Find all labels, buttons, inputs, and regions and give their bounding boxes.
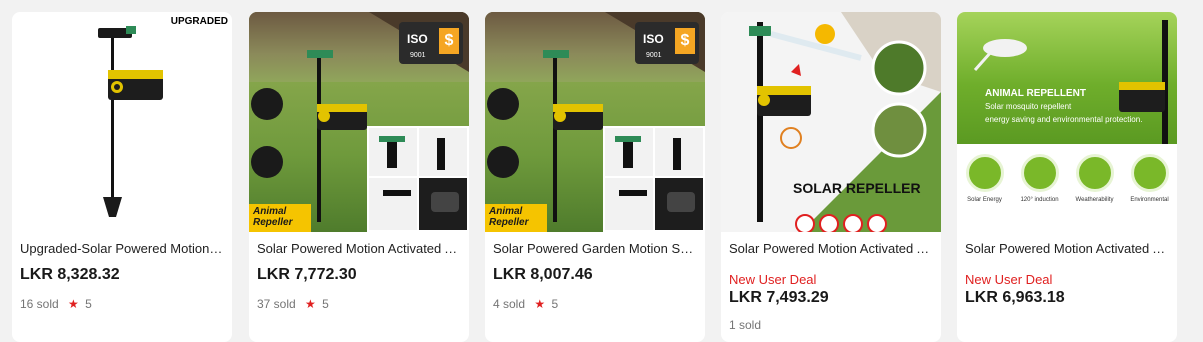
sold-count: 16 sold xyxy=(20,297,59,311)
star-icon: ★ xyxy=(534,297,546,311)
solar-icon xyxy=(965,154,1004,192)
product-image[interactable]: SOLAR REPELLER xyxy=(721,12,941,232)
product-card-3[interactable]: ISO 9001 $ Animal Repeller Solar Powered… xyxy=(485,12,705,342)
heron-and-device-image xyxy=(973,20,1168,144)
product-meta: 1 sold xyxy=(729,318,761,332)
product-title[interactable]: Solar Powered Motion Activated Animal Re… xyxy=(257,241,461,256)
product-price: LKR 6,963.18 xyxy=(965,289,1065,306)
product-title[interactable]: Solar Powered Motion Activated Animal Re… xyxy=(965,241,1169,256)
sold-count: 4 sold xyxy=(493,297,526,311)
star-icon: ★ xyxy=(68,297,79,311)
banner-title: ANIMAL REPELLENT xyxy=(985,88,1086,99)
weather-icon xyxy=(1075,154,1114,192)
product-meta: 16 sold ★ 5 xyxy=(20,297,92,311)
rating-value: 5 xyxy=(551,297,559,311)
iso-text: ISO xyxy=(643,32,664,46)
animal-repeller-label: Animal Repeller xyxy=(485,204,547,232)
product-price: LKR 7,493.29 xyxy=(729,289,829,306)
solar-repeller-image xyxy=(721,12,941,232)
product-card-1[interactable]: UPGRADED Upgraded-Solar Powered Motion A… xyxy=(12,12,232,342)
sold-count: 37 sold xyxy=(257,297,296,311)
label-line-2: Repeller xyxy=(489,217,529,228)
banner-line-1: Solar mosquito repellent xyxy=(985,102,1072,111)
label-line-1: Animal xyxy=(253,206,287,217)
dollar-icon: $ xyxy=(675,28,695,54)
leaf-icon xyxy=(1130,154,1169,192)
product-card-5[interactable]: ANIMAL REPELLENT Solar mosquito repellen… xyxy=(957,12,1177,342)
product-title[interactable]: Upgraded-Solar Powered Motion Activated … xyxy=(20,241,224,256)
product-image[interactable]: UPGRADED xyxy=(12,12,232,232)
product-card-2[interactable]: ISO 9001 $ Animal Repeller Solar Powered… xyxy=(249,12,469,342)
iso-logo: ISO 9001 $ xyxy=(399,22,463,64)
feature-label: 120° induction xyxy=(1020,197,1059,203)
label-line-1: Animal xyxy=(489,206,523,217)
product-price: LKR 8,007.46 xyxy=(493,266,593,283)
rating-value: 5 xyxy=(85,297,92,311)
dollar-icon: $ xyxy=(439,28,459,54)
product-title[interactable]: Solar Powered Garden Motion Sprinkler An… xyxy=(493,241,697,256)
product-image[interactable]: ANIMAL REPELLENT Solar mosquito repellen… xyxy=(957,12,1177,232)
product-title[interactable]: Solar Powered Motion Activated Animal Re… xyxy=(729,241,933,256)
feature-label: Environmental xyxy=(1130,197,1169,203)
iso-number: 9001 xyxy=(410,52,426,59)
sold-count: 1 sold xyxy=(729,318,762,332)
feature-environmental: Environmental xyxy=(1122,150,1177,203)
star-icon: ★ xyxy=(305,297,316,311)
iso-text: ISO xyxy=(407,32,428,46)
iso-logo: ISO 9001 $ xyxy=(635,22,699,64)
label-line-2: Repeller xyxy=(253,217,293,228)
new-user-deal-badge: New User Deal xyxy=(965,272,1053,287)
product-image[interactable]: ISO 9001 $ Animal Repeller xyxy=(485,12,705,232)
rating-value: 5 xyxy=(322,297,329,311)
product-meta: 37 sold ★ 5 xyxy=(257,297,329,311)
new-user-deal-badge: New User Deal xyxy=(729,272,817,287)
induction-icon xyxy=(1020,154,1059,192)
animal-repeller-label: Animal Repeller xyxy=(249,204,311,232)
product-price: LKR 8,328.32 xyxy=(20,266,120,283)
product-card-4[interactable]: SOLAR REPELLER Solar Powered Motion Acti… xyxy=(721,12,941,342)
solar-repeller-banner: SOLAR REPELLER xyxy=(793,180,921,196)
features-strip: Solar Energy 120° induction Weatherabili… xyxy=(957,144,1177,232)
iso-number: 9001 xyxy=(646,52,662,59)
feature-label: Weatherability xyxy=(1075,197,1114,203)
banner-line-2: energy saving and environmental protecti… xyxy=(985,115,1143,124)
product-image[interactable]: ISO 9001 $ Animal Repeller xyxy=(249,12,469,232)
feature-induction: 120° induction xyxy=(1012,150,1067,203)
sprinkler-device-image xyxy=(98,26,163,217)
feature-weather: Weatherability xyxy=(1067,150,1122,203)
product-meta: 4 sold ★ 5 xyxy=(493,297,558,311)
feature-solar: Solar Energy xyxy=(957,150,1012,203)
feature-label: Solar Energy xyxy=(967,197,1002,203)
product-price: LKR 7,772.30 xyxy=(257,266,357,283)
